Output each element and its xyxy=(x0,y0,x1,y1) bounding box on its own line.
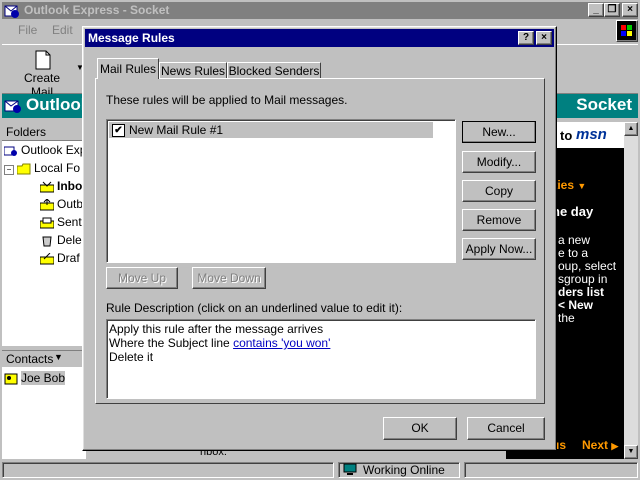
minimize-button[interactable]: _ xyxy=(588,3,604,17)
menu-edit[interactable]: Edit xyxy=(52,23,73,37)
folder-icon xyxy=(17,163,31,175)
message-rules-dialog: Message Rules ? × Mail Rules News Rules … xyxy=(82,26,557,451)
banner-left-title: Outlook xyxy=(26,95,91,114)
rule-row[interactable]: ✔ New Mail Rule #1 xyxy=(109,122,433,138)
tree-item-outbox[interactable]: Outb xyxy=(40,197,83,211)
dialog-titlebar[interactable]: Message Rules ? × xyxy=(85,29,554,47)
sent-items-icon xyxy=(40,217,54,229)
restore-button[interactable]: ❐ xyxy=(604,3,620,17)
cities-dropdown-icon: ▼ xyxy=(577,181,587,191)
tree-label: Inbo xyxy=(57,179,83,193)
next-arrow-icon: ▶ xyxy=(611,441,619,451)
rule-description-label: Rule Description (click on an underlined… xyxy=(106,301,403,315)
tree-label: Draf xyxy=(57,251,80,265)
contact-card-icon xyxy=(4,373,18,385)
dialog-close-button[interactable]: × xyxy=(536,31,552,45)
folders-header: Folders xyxy=(2,122,86,141)
contacts-header[interactable]: Contacts ▼ xyxy=(2,350,86,368)
contacts-list: Joe Bob xyxy=(2,367,86,459)
contacts-dropdown-icon: ▼ xyxy=(54,352,63,362)
msn-the-day: he day xyxy=(552,204,594,219)
outlook-express-icon xyxy=(4,146,17,156)
status-pane-right xyxy=(464,462,638,478)
tree-item-drafts[interactable]: Draf xyxy=(40,251,80,265)
next-label: Next xyxy=(582,438,609,452)
windows-flag-icon xyxy=(621,25,632,36)
working-online-label: Working Online xyxy=(363,463,445,477)
tree-label: Outlook Expr xyxy=(21,143,91,157)
move-down-button[interactable]: Move Down xyxy=(192,267,266,289)
rule-desc-line: Apply this rule after the message arrive… xyxy=(109,322,324,336)
new-rule-button[interactable]: New... xyxy=(462,121,536,143)
status-pane-online: Working Online xyxy=(338,462,460,478)
banner-right-title: Socket xyxy=(576,95,632,114)
status-bar: Working Online xyxy=(2,461,638,478)
apply-now-button[interactable]: Apply Now... xyxy=(462,238,536,260)
tree-item-local-folders[interactable]: − Local Fo xyxy=(4,161,80,175)
contact-name: Joe Bob xyxy=(21,371,66,385)
outlook-app-icon[interactable] xyxy=(4,3,20,19)
folder-tree: Outlook Expr − Local Fo Inbo Outb Sent De… xyxy=(2,141,90,346)
collapse-toggle-icon[interactable]: − xyxy=(4,165,14,175)
menu-file[interactable]: File xyxy=(18,23,37,37)
scroll-up-button[interactable]: ▲ xyxy=(624,122,638,136)
remove-rule-button[interactable]: Remove xyxy=(462,209,536,231)
create-mail-icon xyxy=(35,50,51,70)
tab-page: These rules will be applied to Mail mess… xyxy=(95,78,545,404)
tree-item-deleted[interactable]: Dele xyxy=(40,233,82,247)
move-up-button[interactable]: Move Up xyxy=(106,267,178,289)
contacts-label: Contacts xyxy=(6,352,54,366)
rule-desc-prefix: Where the Subject line xyxy=(109,336,234,350)
cancel-button[interactable]: Cancel xyxy=(467,417,545,440)
msn-line: the xyxy=(558,311,575,325)
inbox-icon xyxy=(40,181,54,193)
rule-desc-line: Where the Subject line contains 'you won… xyxy=(109,336,330,350)
windows-logo xyxy=(616,20,638,42)
tree-label: Local Fo xyxy=(34,161,81,175)
ok-button[interactable]: OK xyxy=(383,417,457,440)
tree-label: Outb xyxy=(57,197,84,211)
tab-news-rules[interactable]: News Rules xyxy=(159,62,227,79)
msn-body-text: a new e to a oup, select sgroup in ders … xyxy=(558,234,616,325)
rule-description-box: Apply this rule after the message arrive… xyxy=(106,319,536,399)
tree-item-sent[interactable]: Sent xyxy=(40,215,82,229)
folders-label: Folders xyxy=(6,125,47,139)
rule-name: New Mail Rule #1 xyxy=(129,123,224,137)
to-msn-text: to xyxy=(560,128,573,143)
tree-label: Sent xyxy=(57,215,82,229)
rule-checkbox[interactable]: ✔ xyxy=(112,124,125,137)
outlook-banner-icon xyxy=(4,100,21,113)
main-window-title: Outlook Express - Socket xyxy=(24,3,170,17)
tab-mail-rules[interactable]: Mail Rules xyxy=(97,58,159,79)
dialog-title: Message Rules xyxy=(88,31,175,45)
main-titlebar[interactable]: Outlook Express - Socket _ ❐ × xyxy=(2,2,638,19)
trash-icon xyxy=(42,236,52,247)
outbox-icon xyxy=(40,198,54,211)
create-mail-button[interactable]: Create Mail xyxy=(12,49,72,99)
tree-item-inbox[interactable]: Inbo xyxy=(40,179,82,193)
rules-intro-text: These rules will be applied to Mail mess… xyxy=(106,93,348,107)
computer-online-icon xyxy=(343,463,357,475)
copy-rule-button[interactable]: Copy xyxy=(462,180,536,202)
status-pane-left xyxy=(2,462,334,478)
scroll-down-button[interactable]: ▼ xyxy=(624,445,638,459)
rules-list[interactable]: ✔ New Mail Rule #1 xyxy=(106,119,456,263)
contact-item[interactable]: Joe Bob xyxy=(4,371,66,385)
msn-next-link[interactable]: Next ▶ xyxy=(582,438,618,452)
tab-blocked-senders[interactable]: Blocked Senders xyxy=(227,62,321,79)
drafts-icon xyxy=(40,252,54,265)
tree-item-outlook-express[interactable]: Outlook Expr xyxy=(4,143,90,157)
close-main-button[interactable]: × xyxy=(622,3,638,17)
msn-logo: msn xyxy=(576,126,607,143)
modify-rule-button[interactable]: Modify... xyxy=(462,151,536,173)
subject-contains-link[interactable]: contains 'you won' xyxy=(233,336,330,350)
tree-label: Dele xyxy=(57,233,82,247)
vertical-scrollbar[interactable]: ▲ ▼ xyxy=(624,122,638,459)
help-button[interactable]: ? xyxy=(518,31,534,45)
rule-desc-line: Delete it xyxy=(109,350,154,364)
